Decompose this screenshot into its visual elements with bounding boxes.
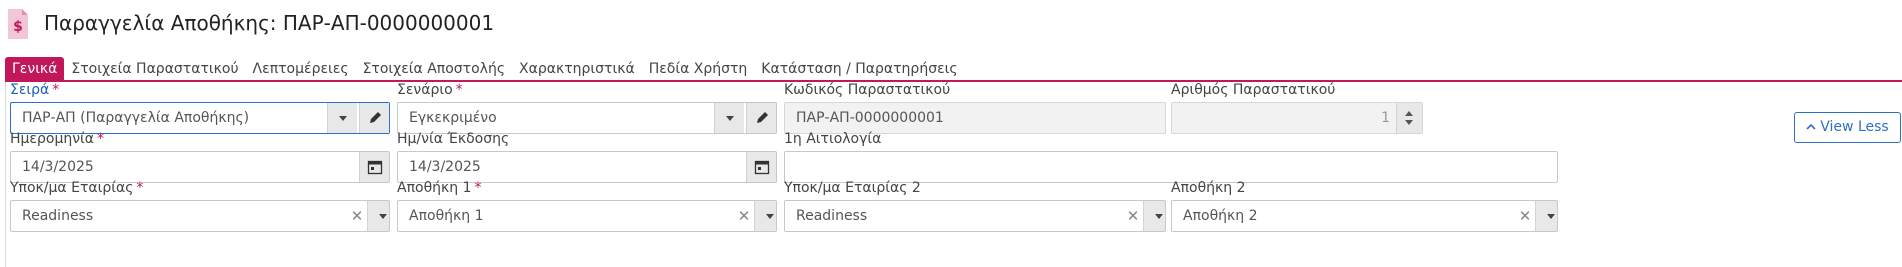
warehouse1-field: Αποθήκη 1 * Αποθήκη 1 ✕: [397, 180, 777, 236]
branch2-field: Υποκ/μα Εταιρίας 2 Readiness ✕: [784, 180, 1166, 236]
tab-general[interactable]: Γενικά: [5, 57, 65, 81]
branch-select[interactable]: Readiness ✕: [10, 200, 390, 232]
branch2-value: Readiness: [796, 208, 868, 224]
warehouse2-value: Αποθήκη 2: [1183, 208, 1258, 224]
doc-code-input[interactable]: ΠΑΡ-ΑΠ-0000000001: [784, 102, 1166, 134]
tab-details[interactable]: Λεπτομέρειες: [246, 57, 356, 81]
issue-date-field: Ημ/νία Έκδοσης 14/3/2025: [397, 131, 777, 187]
chevron-down-icon[interactable]: [1535, 201, 1557, 231]
issue-date-input[interactable]: 14/3/2025: [397, 151, 777, 183]
reason1-input[interactable]: [784, 151, 1558, 183]
date-label: Ημερομηνία *: [10, 131, 105, 147]
date-input[interactable]: 14/3/2025: [10, 151, 390, 183]
reason1-label: 1η Αιτιολογία: [784, 131, 882, 147]
doc-number-input[interactable]: 1: [1171, 102, 1423, 134]
tab-document-info[interactable]: Στοιχεία Παραστατικού: [64, 57, 245, 81]
tab-shipping-info[interactable]: Στοιχεία Αποστολής: [356, 57, 512, 81]
view-less-button[interactable]: View Less: [1794, 112, 1901, 143]
tab-status-notes[interactable]: Κατάσταση / Παρατηρήσεις: [754, 57, 964, 81]
scenario-value: Εγκεκριμένο: [409, 110, 497, 126]
scenario-field: Σενάριο* Εγκεκριμένο ✕: [397, 82, 777, 138]
warehouse1-value: Αποθήκη 1: [409, 208, 484, 224]
tab-user-fields[interactable]: Πεδία Χρήστη: [642, 57, 755, 81]
tab-bar: Γενικά Στοιχεία Παραστατικού Λεπτομέρειε…: [5, 57, 965, 81]
clear-icon[interactable]: ✕: [736, 201, 752, 231]
scenario-label: Σενάριο *: [397, 82, 463, 98]
series-value: ΠΑΡ-ΑΠ (Παραγγελία Αποθήκης): [22, 110, 250, 126]
tab-characteristics[interactable]: Χαρακτηριστικά: [512, 57, 642, 81]
pencil-icon[interactable]: [359, 103, 389, 133]
date-field: Ημερομηνία * 14/3/2025: [10, 131, 390, 187]
panel-border: [5, 82, 6, 267]
date-value: 14/3/2025: [22, 159, 94, 175]
series-field: Σειρά* ΠΑΡ-ΑΠ (Παραγγελία Αποθήκης) ✕: [10, 82, 390, 138]
doc-code-field: Κωδικός Παραστατικού ΠΑΡ-ΑΠ-0000000001: [784, 82, 1166, 138]
series-label: Σειρά *: [10, 82, 60, 98]
warehouse2-select[interactable]: Αποθήκη 2 ✕: [1171, 200, 1558, 232]
svg-text:$: $: [13, 19, 23, 35]
chevron-down-icon[interactable]: [367, 201, 389, 231]
scenario-select[interactable]: Εγκεκριμένο ✕: [397, 102, 777, 134]
issue-date-label: Ημ/νία Έκδοσης: [397, 131, 510, 147]
branch-field: Υποκ/μα Εταιρίας * Readiness ✕: [10, 180, 390, 236]
page-header: $ Παραγγελία Αποθήκης: ΠΑΡ-ΑΠ-0000000001: [0, 0, 1902, 54]
warehouse1-label: Αποθήκη 1 *: [397, 180, 482, 196]
clear-icon[interactable]: ✕: [1125, 201, 1141, 231]
clear-icon[interactable]: ✕: [1517, 201, 1533, 231]
clear-icon[interactable]: ✕: [349, 201, 365, 231]
doc-number-field: Αριθμός Παραστατικού 1: [1171, 82, 1423, 138]
doc-code-value: ΠΑΡ-ΑΠ-0000000001: [796, 110, 944, 126]
series-select[interactable]: ΠΑΡ-ΑΠ (Παραγγελία Αποθήκης) ✕: [10, 102, 390, 134]
pencil-icon[interactable]: [746, 103, 776, 133]
reason1-field: 1η Αιτιολογία: [784, 131, 1558, 187]
chevron-up-icon: [1806, 113, 1816, 142]
chevron-down-icon[interactable]: [714, 103, 744, 133]
chevron-down-icon[interactable]: [327, 103, 357, 133]
branch2-label: Υποκ/μα Εταιρίας 2: [784, 180, 921, 196]
warehouse2-field: Αποθήκη 2 Αποθήκη 2 ✕: [1171, 180, 1558, 236]
page-title: Παραγγελία Αποθήκης: ΠΑΡ-ΑΠ-0000000001: [44, 11, 495, 35]
warehouse2-label: Αποθήκη 2: [1171, 180, 1246, 196]
warehouse1-select[interactable]: Αποθήκη 1 ✕: [397, 200, 777, 232]
issue-date-value: 14/3/2025: [409, 159, 481, 175]
calendar-icon[interactable]: [746, 152, 776, 182]
doc-number-label: Αριθμός Παραστατικού: [1171, 82, 1336, 98]
document-dollar-icon: $: [8, 9, 28, 39]
branch-value: Readiness: [22, 208, 94, 224]
chevron-down-icon[interactable]: [754, 201, 776, 231]
branch2-select[interactable]: Readiness ✕: [784, 200, 1166, 232]
doc-code-label: Κωδικός Παραστατικού: [784, 82, 951, 98]
branch-label: Υποκ/μα Εταιρίας *: [10, 180, 144, 196]
calendar-icon[interactable]: [359, 152, 389, 182]
doc-number-value: 1: [1381, 110, 1390, 126]
stepper-icon[interactable]: [1396, 103, 1422, 133]
chevron-down-icon[interactable]: [1143, 201, 1165, 231]
